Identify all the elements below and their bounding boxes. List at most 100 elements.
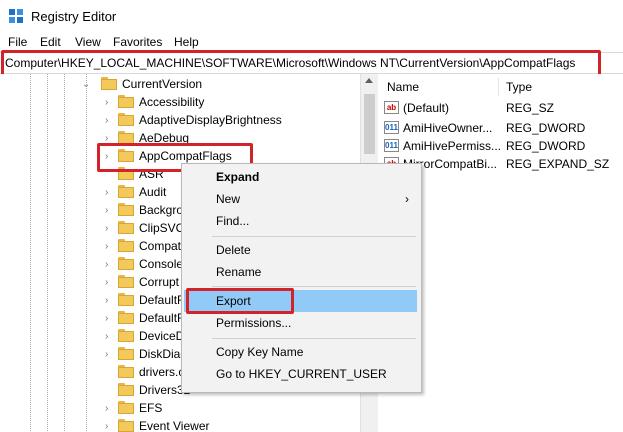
- menu-item-label: Permissions...: [216, 316, 292, 330]
- export-highlight-box: [186, 288, 294, 314]
- address-highlight-box: [1, 50, 601, 77]
- tree-item-label: drivers.c: [139, 365, 185, 379]
- menu-item-goto-hkcu[interactable]: Go to HKEY_CURRENT_USER: [184, 363, 417, 385]
- chevron-down-icon[interactable]: ⌄: [82, 79, 90, 90]
- folder-icon: [101, 77, 117, 90]
- tree-item[interactable]: › Event Viewer: [0, 417, 360, 432]
- tree-item-label: AdaptiveDisplayBrightness: [139, 113, 282, 127]
- menu-separator: [212, 236, 416, 237]
- chevron-right-icon[interactable]: ›: [105, 187, 108, 198]
- tree-item-label: DeviceD: [139, 329, 185, 343]
- menu-file[interactable]: File: [8, 35, 27, 49]
- menu-separator: [212, 338, 416, 339]
- folder-icon: [118, 113, 134, 126]
- folder-icon: [118, 383, 134, 396]
- chevron-right-icon[interactable]: ›: [105, 115, 108, 126]
- folder-icon: [118, 329, 134, 342]
- value-row[interactable]: 011 AmiHivePermiss... REG_DWORD: [384, 137, 623, 155]
- menu-item-delete[interactable]: Delete: [184, 239, 417, 261]
- chevron-right-icon[interactable]: ›: [105, 223, 108, 234]
- value-name: (Default): [403, 101, 450, 115]
- chevron-right-icon[interactable]: ›: [105, 241, 108, 252]
- chevron-right-icon[interactable]: ›: [105, 259, 108, 270]
- column-header-type[interactable]: Type: [506, 80, 532, 94]
- menu-item-expand[interactable]: Expand: [184, 166, 417, 188]
- menu-item-label: Find...: [216, 214, 250, 228]
- menu-edit[interactable]: Edit: [40, 35, 61, 49]
- chevron-right-icon[interactable]: ›: [105, 295, 108, 306]
- scroll-thumb[interactable]: [364, 94, 375, 154]
- folder-icon: [118, 347, 134, 360]
- folder-icon: [118, 401, 134, 414]
- value-type: REG_DWORD: [506, 121, 586, 135]
- chevron-right-icon[interactable]: ›: [105, 205, 108, 216]
- value-row[interactable]: 011 AmiHiveOwner... REG_DWORD: [384, 119, 623, 137]
- folder-icon: [118, 311, 134, 324]
- value-type: REG_EXPAND_SZ: [506, 157, 610, 171]
- chevron-right-icon[interactable]: ›: [105, 277, 108, 288]
- value-type: REG_DWORD: [506, 139, 586, 153]
- window-title: Registry Editor: [31, 9, 117, 24]
- chevron-right-icon[interactable]: ›: [105, 421, 108, 432]
- string-value-icon: ab: [384, 101, 399, 114]
- folder-icon: [118, 257, 134, 270]
- folder-icon: [118, 419, 134, 432]
- tree-item[interactable]: › Accessibility: [0, 93, 360, 111]
- dword-value-icon: 011: [384, 139, 399, 152]
- context-menu: Expand New › Find... Delete Rename Expor…: [181, 163, 422, 393]
- menu-item-label: Copy Key Name: [216, 345, 304, 359]
- tree-item-label: EFS: [139, 401, 163, 415]
- folder-icon: [118, 203, 134, 216]
- tree-item-label: Event Viewer: [139, 419, 210, 432]
- menu-item-label: New: [216, 192, 241, 206]
- chevron-right-icon[interactable]: ›: [105, 97, 108, 108]
- tree-item-label: Compat: [139, 239, 182, 253]
- tree-item-label: CurrentVersion: [122, 77, 203, 91]
- tree-item-label: Console: [139, 257, 184, 271]
- column-header-name[interactable]: Name: [387, 80, 419, 94]
- value-type: REG_SZ: [506, 101, 555, 115]
- menu-item-rename[interactable]: Rename: [184, 261, 417, 283]
- tree-item-label: Corrupt: [139, 275, 180, 289]
- menu-view[interactable]: View: [75, 35, 101, 49]
- dword-value-icon: 011: [384, 121, 399, 134]
- menu-favorites[interactable]: Favorites: [113, 35, 162, 49]
- column-divider[interactable]: [498, 78, 499, 96]
- menu-item-new[interactable]: New ›: [184, 188, 417, 210]
- chevron-right-icon[interactable]: ›: [105, 403, 108, 414]
- registry-editor-icon: [9, 9, 23, 23]
- chevron-right-icon[interactable]: ›: [105, 313, 108, 324]
- value-row[interactable]: ab (Default) REG_SZ: [384, 99, 623, 117]
- value-name: AmiHivePermiss...: [403, 139, 502, 153]
- folder-icon: [118, 221, 134, 234]
- tree-item-label: Audit: [139, 185, 167, 199]
- tree-item-label: DefaultR: [139, 293, 186, 307]
- tree-item[interactable]: › AdaptiveDisplayBrightness: [0, 111, 360, 129]
- menu-item-find[interactable]: Find...: [184, 210, 417, 232]
- tree-item-label: DefaultR: [139, 311, 186, 325]
- menu-help[interactable]: Help: [174, 35, 199, 49]
- folder-icon: [118, 95, 134, 108]
- tree-item-label: ClipSVC: [139, 221, 185, 235]
- chevron-right-icon[interactable]: ›: [105, 349, 108, 360]
- scroll-up-arrow-icon[interactable]: [365, 78, 373, 83]
- tree-item-label: Backgro: [139, 203, 184, 217]
- folder-icon: [118, 185, 134, 198]
- menu-item-label: Go to HKEY_CURRENT_USER: [216, 367, 387, 381]
- menu-separator: [212, 286, 416, 287]
- menu-item-copy-key-name[interactable]: Copy Key Name: [184, 341, 417, 363]
- tree-item[interactable]: › EFS: [0, 399, 360, 417]
- folder-icon: [118, 293, 134, 306]
- menu-item-label: Expand: [216, 170, 260, 184]
- menu-item-permissions[interactable]: Permissions...: [184, 312, 417, 334]
- value-name: AmiHiveOwner...: [403, 121, 493, 135]
- folder-icon: [118, 275, 134, 288]
- folder-icon: [118, 365, 134, 378]
- folder-icon: [118, 239, 134, 252]
- title-bar: Registry Editor: [0, 0, 623, 32]
- tree-item-currentversion[interactable]: ⌄ CurrentVersion: [0, 75, 360, 93]
- tree-item-label: DiskDiag: [139, 347, 188, 361]
- chevron-right-icon[interactable]: ›: [105, 331, 108, 342]
- menu-bar: File Edit View Favorites Help: [0, 33, 623, 51]
- submenu-arrow-icon: ›: [405, 192, 409, 206]
